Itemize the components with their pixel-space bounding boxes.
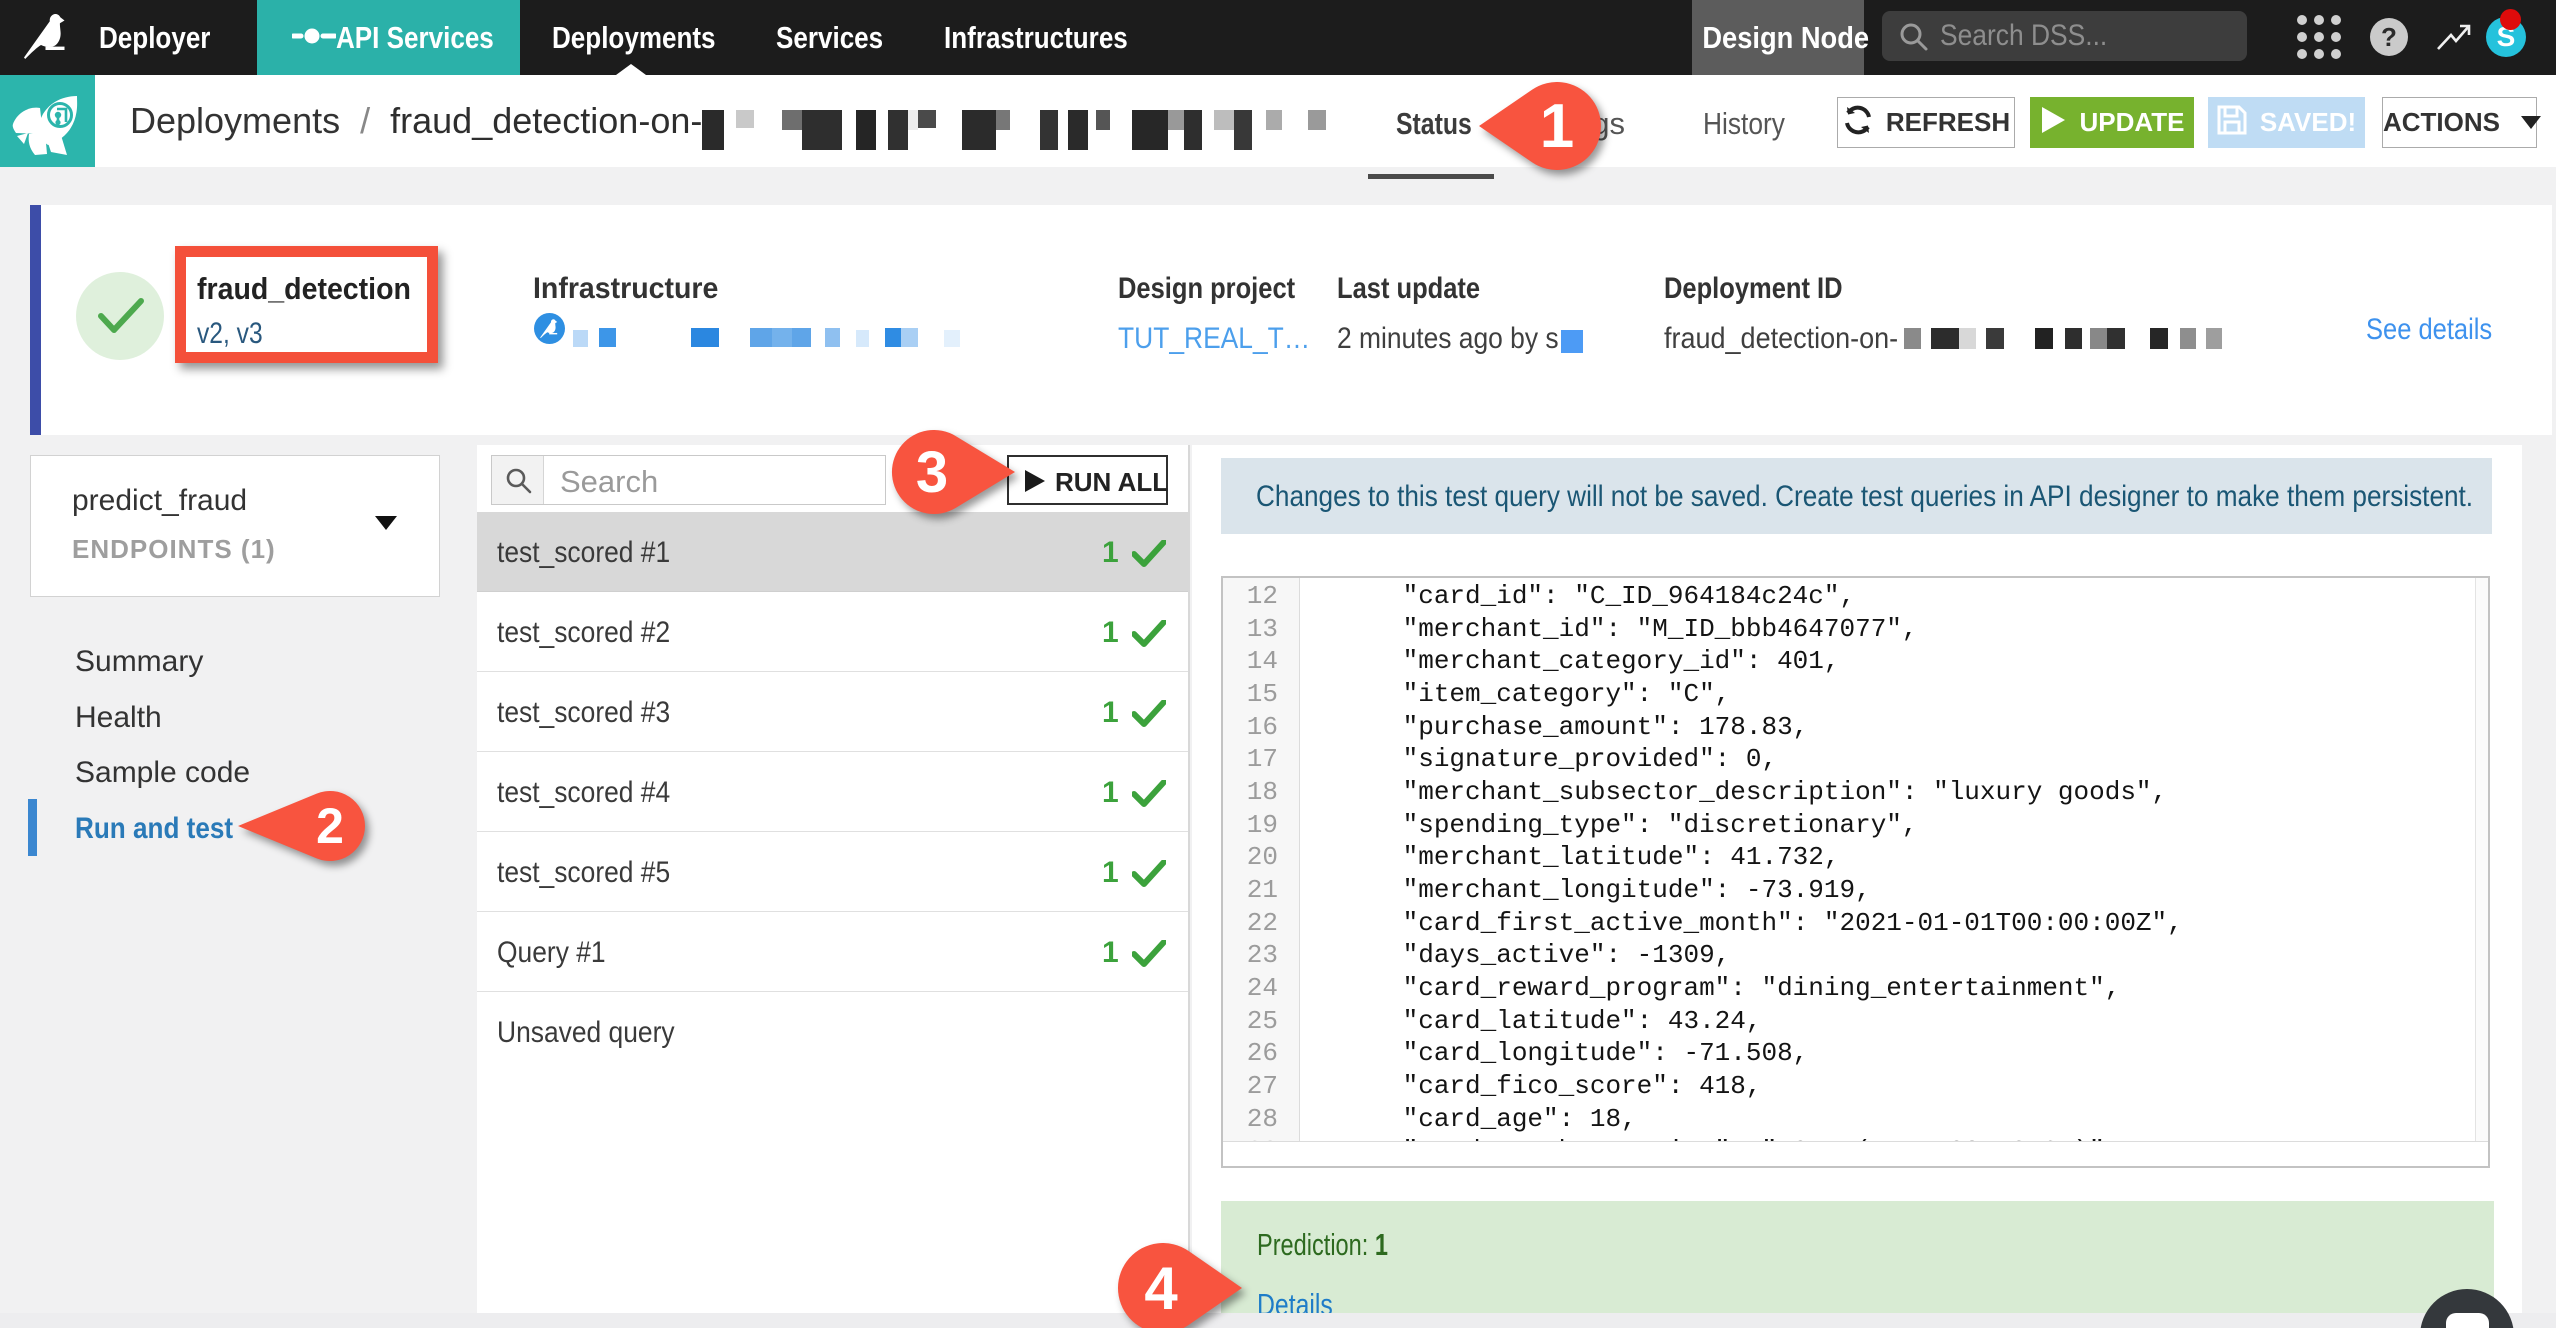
svg-text:4: 4	[1144, 1255, 1178, 1322]
svg-text:3: 3	[916, 440, 948, 505]
svg-text:2: 2	[316, 798, 344, 854]
svg-text:1: 1	[1540, 92, 1574, 161]
